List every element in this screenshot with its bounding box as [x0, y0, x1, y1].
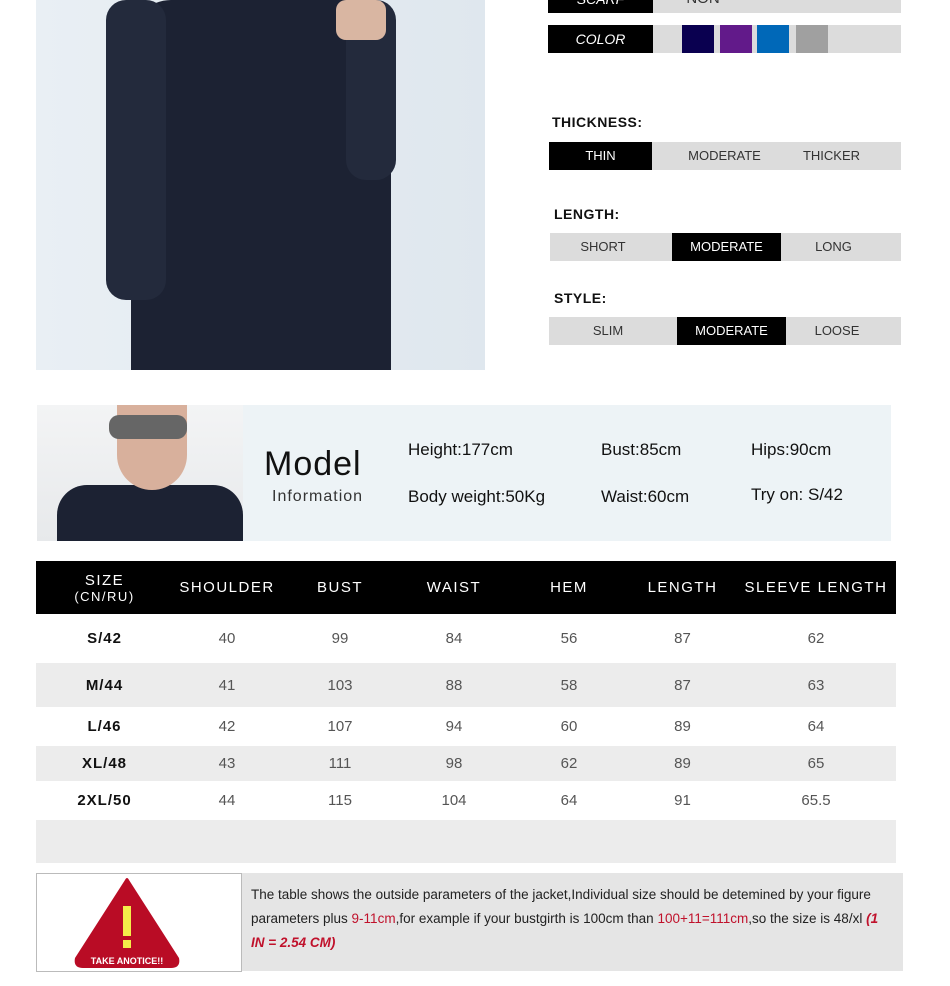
warning-badge: TAKE ANOTICE!! [36, 873, 242, 972]
table-row: S/42 40 99 84 56 87 62 [36, 614, 896, 663]
size-cell: S/42 [87, 630, 122, 647]
measure-cell: 94 [445, 718, 463, 735]
thickness-label: THICKNESS: [552, 114, 643, 130]
scarf-label: SCARF [548, 0, 653, 13]
measure-cell: 43 [173, 746, 281, 781]
style-loose[interactable]: LOOSE [786, 317, 888, 345]
thickness-options: THIN MODERATE THICKER [549, 142, 901, 170]
model-photo [37, 405, 243, 541]
table-row: M/44 41 103 88 58 87 63 [36, 663, 896, 707]
size-cell: XL/48 [36, 746, 173, 781]
header-waist: WAIST [399, 561, 509, 614]
model-height: Height:177cm [408, 440, 513, 459]
measure-cell: 87 [674, 630, 691, 647]
measure-cell: 65.5 [801, 792, 831, 809]
table-row: L/46 42 107 94 60 89 64 [36, 707, 896, 746]
measure-cell: 111 [281, 746, 399, 781]
measure-cell: 103 [281, 663, 399, 707]
style-moderate[interactable]: MODERATE [677, 317, 786, 345]
measure-cell: 42 [218, 718, 236, 735]
size-table: SIZE (CN/RU) SHOULDER BUST WAIST HEM LENG… [36, 561, 896, 863]
measure-cell: 84 [445, 630, 463, 647]
model-weight: Body weight:50Kg [408, 487, 546, 506]
style-label: STYLE: [554, 290, 607, 306]
color-swatch-blue[interactable] [757, 25, 789, 53]
measure-cell: 89 [629, 746, 736, 781]
measure-cell: 62 [807, 630, 825, 647]
size-cell: L/46 [87, 718, 122, 735]
header-length: LENGTH [629, 561, 736, 614]
model-waist: Waist:60cm [601, 487, 690, 506]
length-moderate[interactable]: MODERATE [672, 233, 781, 261]
color-swatch-navy[interactable] [682, 25, 714, 53]
measure-cell: 64 [807, 718, 825, 735]
color-row: COLOR [548, 25, 901, 53]
length-label: LENGTH: [554, 206, 620, 222]
measure-cell: 44 [218, 792, 236, 809]
measure-cell: 98 [399, 746, 509, 781]
measure-cell: 58 [509, 663, 629, 707]
length-options: SHORT MODERATE LONG [550, 233, 901, 261]
style-options: SLIM MODERATE LOOSE [549, 317, 901, 345]
measure-cell: 40 [218, 630, 236, 647]
measure-cell: 99 [331, 630, 349, 647]
model-try-on: Try on: S/42 [751, 485, 843, 504]
color-swatch-gray[interactable] [796, 25, 828, 53]
header-sleeve-length: SLEEVE LENGTH [736, 561, 896, 614]
style-slim[interactable]: SLIM [549, 317, 667, 345]
measure-cell: 60 [560, 718, 578, 735]
notice-text: The table shows the outside parameters o… [251, 887, 879, 950]
measure-cell: 88 [399, 663, 509, 707]
model-title: Model [264, 445, 362, 483]
empty-row [36, 820, 896, 863]
thickness-thicker[interactable]: THICKER [779, 142, 884, 170]
product-photo [36, 0, 485, 370]
measure-cell: 62 [509, 746, 629, 781]
color-swatch-purple[interactable] [720, 25, 752, 53]
notice-badge-text: TAKE ANOTICE!! [90, 956, 164, 966]
measure-cell: 107 [327, 718, 353, 735]
measure-cell: 87 [629, 663, 736, 707]
measure-cell: 41 [173, 663, 281, 707]
size-cell: 2XL/50 [77, 792, 132, 809]
length-long[interactable]: LONG [781, 233, 886, 261]
measure-cell: 64 [560, 792, 578, 809]
notice-box: TAKE ANOTICE!! The table shows the outsi… [36, 873, 903, 972]
measure-cell: 56 [560, 630, 578, 647]
length-short[interactable]: SHORT [550, 233, 656, 261]
size-cell: M/44 [36, 663, 173, 707]
measure-cell: 65 [736, 746, 896, 781]
header-shoulder: SHOULDER [173, 561, 281, 614]
thickness-moderate[interactable]: MODERATE [672, 142, 777, 170]
table-row: XL/48 43 111 98 62 89 65 [36, 746, 896, 781]
measure-cell: 91 [674, 792, 691, 809]
model-bust: Bust:85cm [601, 440, 682, 459]
header-size: SIZE (CN/RU) [36, 561, 173, 614]
model-info: Model Information Height:177cm Bust:85cm… [37, 405, 891, 541]
measure-cell: 115 [328, 792, 352, 809]
measure-cell: 89 [674, 718, 691, 735]
header-bust: BUST [281, 561, 399, 614]
table-header: SIZE (CN/RU) SHOULDER BUST WAIST HEM LENG… [36, 561, 896, 614]
color-label: COLOR [548, 25, 653, 53]
measure-cell: 63 [736, 663, 896, 707]
scarf-row: SCARF NON [548, 0, 901, 13]
model-subtitle: Information [272, 488, 364, 505]
thickness-thin[interactable]: THIN [549, 142, 652, 170]
scarf-value: NON [653, 0, 753, 13]
header-hem: HEM [509, 561, 629, 614]
measure-cell: 104 [441, 792, 467, 809]
table-row: 2XL/50 44 115 104 64 91 65.5 [36, 781, 896, 820]
model-hips: Hips:90cm [751, 440, 832, 459]
